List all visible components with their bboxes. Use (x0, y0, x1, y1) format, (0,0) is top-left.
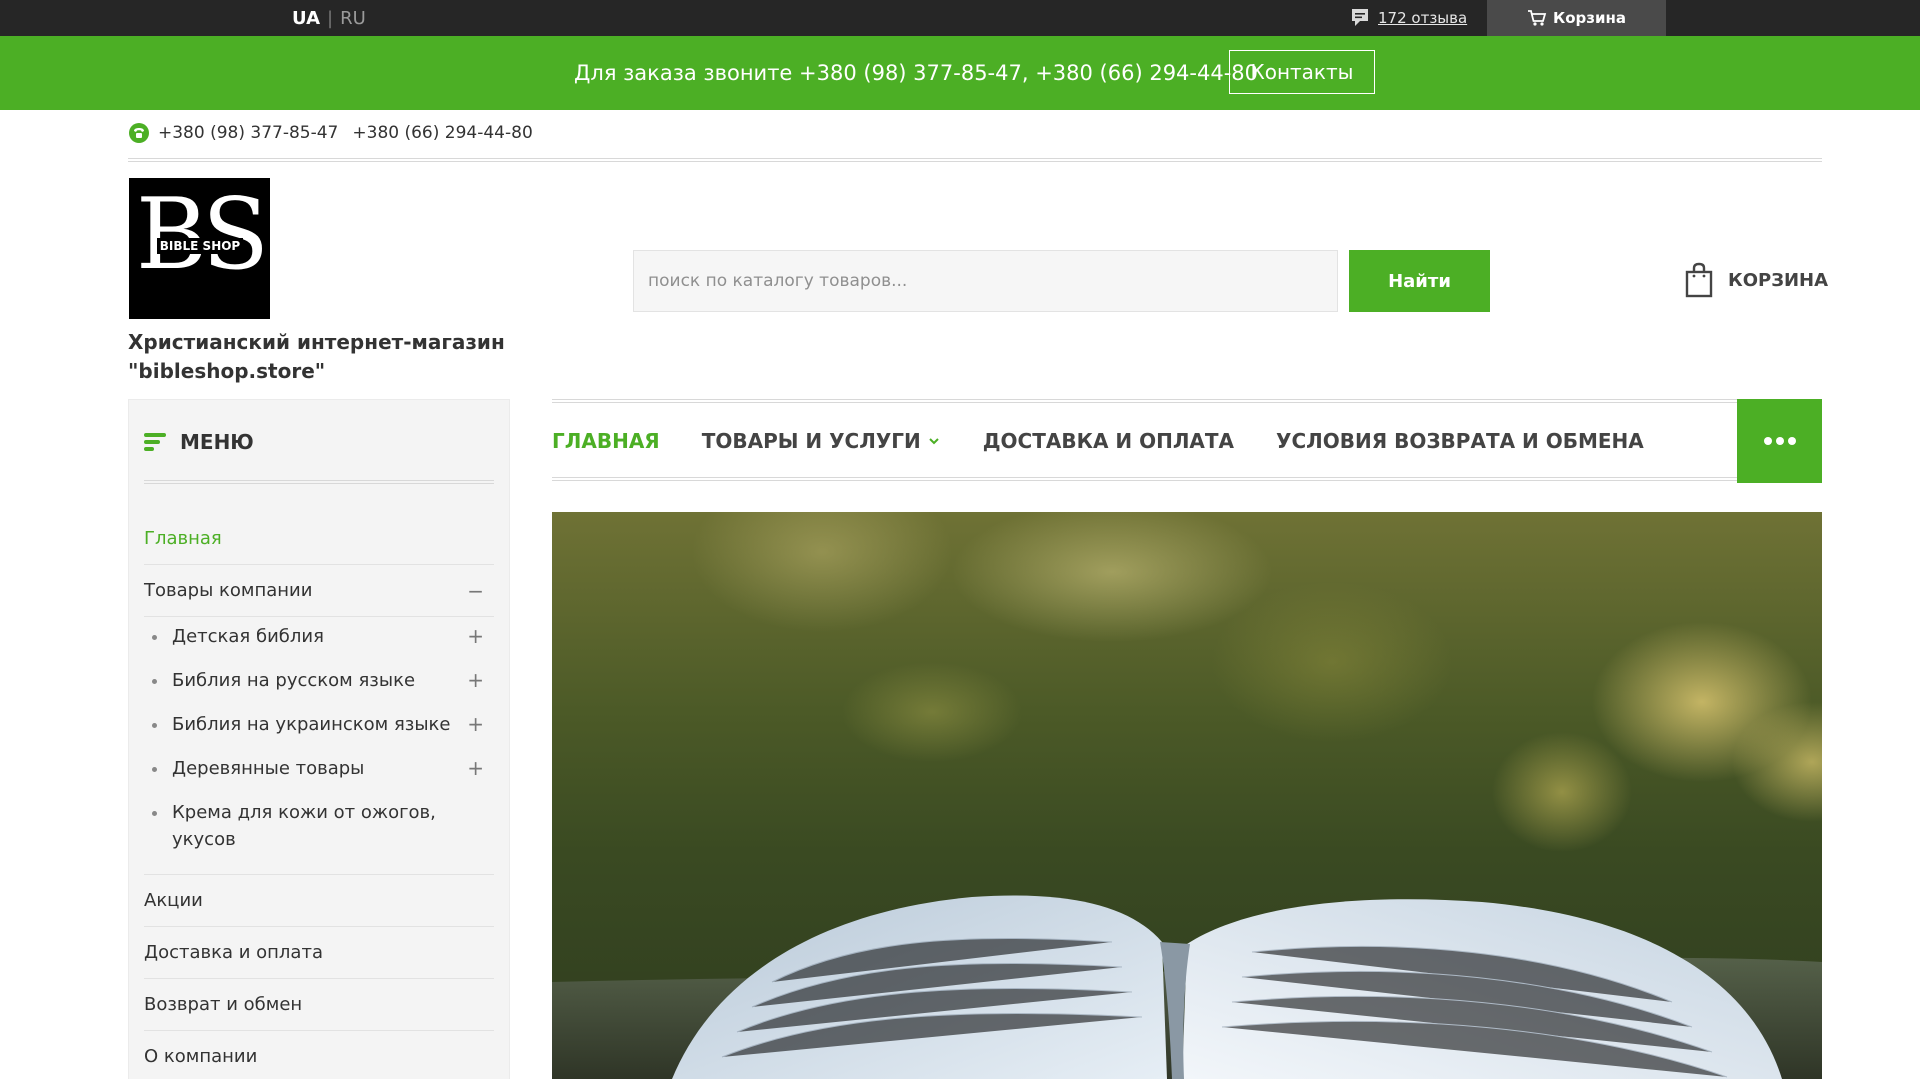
chat-bubble-icon (1352, 9, 1368, 26)
side-menu-item-about[interactable]: О компании (144, 1031, 494, 1079)
side-menu-list: Главная Товары компании − Детская библия… (144, 513, 494, 1079)
nav-items: ГЛАВНАЯ ТОВАРЫ И УСЛУГИ ДОСТАВКА И ОПЛАТ… (552, 399, 1644, 483)
shopping-bag-icon (1685, 262, 1713, 298)
top-bar: UA | RU 172 отзыва Корзина (0, 0, 1920, 36)
side-menu: МЕНЮ Главная Товары компании − Детская б… (128, 399, 510, 1079)
submenu-item-label: Детская библия (172, 626, 324, 647)
expand-toggle[interactable]: + (467, 623, 484, 650)
nav-item-delivery[interactable]: ДОСТАВКА И ОПЛАТА (983, 429, 1234, 453)
nav-item-home[interactable]: ГЛАВНАЯ (552, 429, 660, 453)
submenu-item-label: Библия на украинском языке (172, 714, 451, 735)
side-submenu-wrapper: Детская библия + Библия на русском языке… (144, 617, 494, 875)
order-banner: Для заказа звоните +380 (98) 377-85-47, … (0, 36, 1920, 110)
side-menu-item-home[interactable]: Главная (144, 513, 494, 565)
side-menu-item-label: Главная (144, 528, 222, 549)
expand-toggle[interactable]: + (467, 711, 484, 738)
main-navigation: ГЛАВНАЯ ТОВАРЫ И УСЛУГИ ДОСТАВКА И ОПЛАТ… (552, 399, 1822, 483)
nav-item-label: ДОСТАВКА И ОПЛАТА (982, 429, 1235, 453)
language-switcher: UA | RU (292, 0, 366, 36)
expand-toggle[interactable]: + (467, 755, 484, 782)
side-menu-item-products[interactable]: Товары компании − (144, 565, 494, 617)
submenu-item-skin-creams[interactable]: Крема для кожи от ожогов, укусов (144, 799, 494, 853)
side-menu-item-label: О компании (144, 1046, 258, 1067)
reviews-count: 172 отзыва (1378, 9, 1468, 27)
submenu-item-wooden-goods[interactable]: Деревянные товары + (144, 755, 494, 782)
phone-icon (129, 123, 149, 143)
submenu-item-label: Деревянные товары (172, 758, 365, 779)
bullet-dot (152, 767, 157, 772)
contacts-button[interactable]: Контакты (1229, 50, 1375, 94)
side-menu-item-returns[interactable]: Возврат и обмен (144, 979, 494, 1031)
more-dots-icon (1775, 437, 1784, 445)
collapse-toggle[interactable]: − (467, 579, 484, 603)
search-button[interactable]: Найти (1349, 250, 1490, 312)
side-menu-divider (144, 480, 494, 484)
submenu-item-kids-bible[interactable]: Детская библия + (144, 623, 494, 650)
search-input[interactable] (633, 250, 1338, 312)
bullet-dot (152, 635, 157, 640)
side-menu-item-label: Товары компании (144, 580, 313, 601)
top-cart-label: Корзина (1552, 9, 1626, 27)
order-phone-text: Для заказа звоните +380 (98) 377-85-47, … (574, 61, 1259, 85)
menu-bars-icon (144, 433, 166, 451)
more-dots-icon (1787, 437, 1796, 445)
side-submenu: Детская библия + Библия на русском языке… (144, 617, 494, 875)
header-divider (128, 158, 1822, 162)
nav-item-label: УСЛОВИЯ ВОЗВРАТА И ОБМЕНА (1276, 429, 1644, 453)
more-menu-button[interactable] (1737, 399, 1822, 483)
logo-letters: BS (135, 178, 269, 292)
submenu-item-label: Библия на русском языке (172, 670, 416, 691)
cart-icon (1527, 10, 1547, 26)
side-menu-header: МЕНЮ (144, 430, 254, 454)
side-menu-item-label: Возврат и обмен (144, 994, 303, 1015)
side-menu-item-label: Акции (144, 890, 203, 911)
header-phones: +380 (98) 377-85-47 +380 (66) 294-44-80 (128, 120, 533, 146)
side-menu-item-label: Доставка и оплата (144, 942, 323, 963)
nav-item-label: ТОВАРЫ И УСЛУГИ (701, 429, 921, 453)
nav-item-returns[interactable]: УСЛОВИЯ ВОЗВРАТА И ОБМЕНА (1276, 429, 1644, 453)
site-logo[interactable]: BS BIBLE SHOP (129, 178, 270, 319)
phone-number-1[interactable]: +380 (98) 377-85-47 (158, 123, 338, 143)
side-menu-title: МЕНЮ (180, 430, 254, 454)
phone-number-2[interactable]: +380 (66) 294-44-80 (352, 123, 532, 143)
cart-link[interactable]: КОРЗИНА (1684, 261, 1828, 299)
bullet-dot (152, 679, 157, 684)
bullet-dot (152, 811, 157, 816)
shop-name: Христианский интернет-магазин "bibleshop… (128, 330, 505, 383)
logo-caption: BIBLE SHOP (157, 238, 243, 254)
top-cart-button[interactable]: Корзина (1487, 0, 1666, 36)
submenu-item-label: Крема для кожи от ожогов, укусов (172, 802, 436, 850)
submenu-item-ukrainian-bible[interactable]: Библия на украинском языке + (144, 711, 494, 738)
lang-ru-link[interactable]: RU (340, 8, 366, 29)
lang-ua-link[interactable]: UA (292, 8, 320, 29)
hero-banner-image[interactable] (552, 512, 1822, 1079)
bullet-dot (152, 723, 157, 728)
reviews-link[interactable]: 172 отзыва (1350, 0, 1467, 36)
nav-item-products[interactable]: ТОВАРЫ И УСЛУГИ (702, 429, 941, 453)
expand-toggle[interactable]: + (467, 667, 484, 694)
submenu-item-russian-bible[interactable]: Библия на русском языке + (144, 667, 494, 694)
chevron-down-icon (929, 438, 939, 445)
side-menu-item-promotions[interactable]: Акции (144, 875, 494, 927)
more-dots-icon (1763, 437, 1772, 445)
side-menu-item-delivery[interactable]: Доставка и оплата (144, 927, 494, 979)
cart-label: КОРЗИНА (1728, 269, 1829, 291)
nav-item-label: ГЛАВНАЯ (552, 429, 660, 453)
lang-separator: | (327, 7, 334, 29)
open-bible-illustration (552, 895, 1822, 1079)
